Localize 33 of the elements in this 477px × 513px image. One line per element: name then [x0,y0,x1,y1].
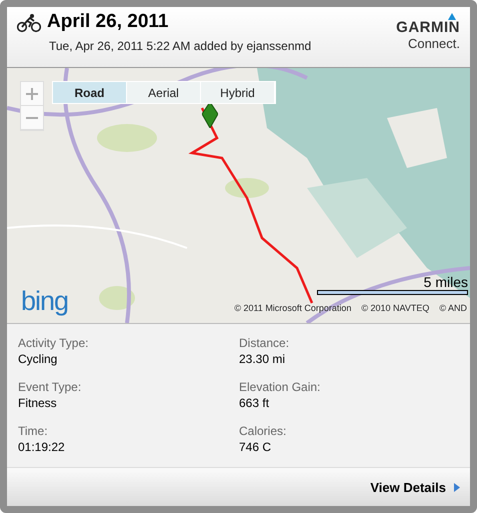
triangle-icon [448,13,456,20]
stat-value: 663 ft [239,395,270,411]
map-credit: © 2010 NAVTEQ [361,303,430,313]
zoom-in-button[interactable] [21,82,43,106]
stat-label: Event Type: [18,380,82,395]
minus-icon [26,116,38,118]
logo-product: Connect. [408,36,460,52]
plus-icon [25,86,39,100]
stat-label: Distance: [239,336,290,351]
stat-value: 01:19:22 [18,439,66,455]
map-layer-tab[interactable]: Hybrid [201,82,275,103]
stat-label: Activity Type: [18,336,90,351]
bicycle-icon [17,13,41,33]
zoom-out-button[interactable] [21,106,43,130]
map-credit: © 2011 Microsoft Corporation [234,303,352,313]
map-credit: © AND [439,303,467,313]
logo-brand: GARMIN [396,20,460,36]
stat-value: Cycling [18,351,58,367]
map-layer-tab[interactable]: Aerial [127,82,201,103]
stat-label: Elevation Gain: [239,380,322,395]
play-icon [454,482,460,492]
view-details-link[interactable]: View Details [370,480,460,494]
activity-subtitle: Tue, Apr 26, 2011 5:22 AM added by ejanssenmd [49,39,312,53]
map-pin-icon [202,102,218,128]
stat-value: Fitness [18,395,58,411]
activity-title: April 26, 2011 [47,11,170,33]
map-layer-tab[interactable]: Road [53,82,127,103]
stat-label: Time: [18,424,49,439]
map-provider-logo: bing [21,286,68,316]
stat-value: 23.30 mi [239,351,286,367]
scale-label: 5 miles [424,275,468,290]
stat-value: 746 C [239,439,272,455]
stat-label: Calories: [239,424,288,439]
